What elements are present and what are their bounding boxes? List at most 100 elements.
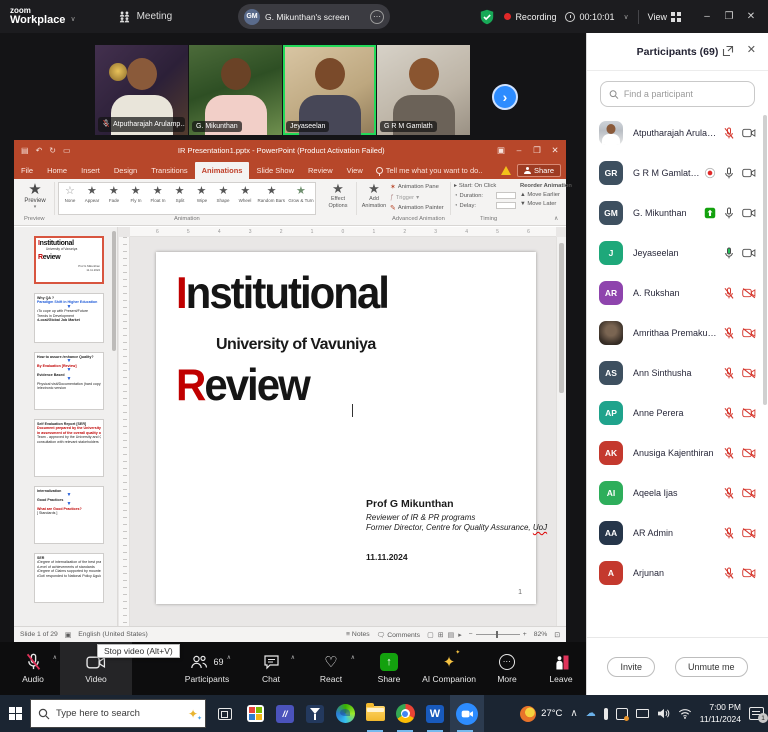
projector-icon[interactable]: [636, 709, 649, 718]
participant-row-8[interactable]: APAnne Perera: [587, 393, 768, 433]
more-button[interactable]: ⋯ More: [480, 642, 534, 695]
notification-center-icon[interactable]: 1: [749, 707, 764, 720]
audio-button[interactable]: Audio ∧: [6, 642, 60, 695]
slide-thumbnail-6[interactable]: 6SER•Degree of internalization of the be…: [34, 553, 104, 603]
start-button[interactable]: [0, 695, 30, 732]
participant-row-6[interactable]: Amrithaa Premakumar: [587, 313, 768, 353]
animation-split[interactable]: ★Split: [169, 183, 191, 214]
participant-row-11[interactable]: AAAR Admin: [587, 513, 768, 553]
participant-row-12[interactable]: AArjunan: [587, 553, 768, 593]
language-label[interactable]: English (United States): [78, 631, 148, 638]
encryption-shield-icon[interactable]: [479, 9, 495, 25]
ppt-tab-transitions[interactable]: Transitions: [144, 162, 194, 179]
recording-indicator[interactable]: Recording: [504, 12, 556, 22]
thumbnail-scrollbar[interactable]: [112, 231, 116, 351]
zoom-slider[interactable]: −+: [469, 631, 527, 638]
taskbar-file-explorer[interactable]: [360, 695, 390, 732]
restore-button[interactable]: ❐: [718, 11, 740, 22]
slide-canvas[interactable]: Institutional University of Vavuniya Rev…: [156, 252, 536, 604]
share-button[interactable]: ↑ Share: [362, 642, 416, 695]
video-tile-3[interactable]: Jeyaseelan: [283, 45, 376, 135]
accessibility-icon[interactable]: ▣: [65, 631, 71, 639]
animation-float-in[interactable]: ★Float In: [147, 183, 169, 214]
slide-title-review[interactable]: Review: [176, 360, 309, 410]
minimize-button[interactable]: –: [696, 11, 718, 22]
next-videos-button[interactable]: ›: [492, 84, 518, 110]
ppt-restore-button[interactable]: ❐: [528, 145, 546, 156]
comments-button[interactable]: 🗨 Comments: [377, 631, 420, 639]
slide-thumbnail-4[interactable]: 4Self Evaluation Report [SER]Document pr…: [34, 419, 104, 477]
leave-button[interactable]: Leave: [534, 642, 588, 695]
participant-row-1[interactable]: Atputharajah Arulampalam (Me): [587, 113, 768, 153]
tab-meeting[interactable]: Meeting: [118, 10, 173, 23]
view-button[interactable]: View: [648, 12, 681, 22]
chevron-up-icon[interactable]: ∧: [570, 709, 577, 719]
chevron-down-icon[interactable]: ∨: [624, 13, 629, 21]
participant-row-3[interactable]: GMG. Mikunthan: [587, 193, 768, 233]
redo-icon[interactable]: ↻: [49, 146, 56, 155]
animation-random-bars[interactable]: ★Random Bars: [256, 183, 287, 214]
notes-button[interactable]: ≡ Notes: [346, 631, 370, 638]
taskbar-clock[interactable]: 7:00 PM 11/11/2024: [700, 702, 741, 724]
slide-subtitle[interactable]: University of Vavuniya: [216, 336, 376, 354]
ppt-close-button[interactable]: ✕: [546, 145, 564, 156]
ppt-tab-file[interactable]: File: [14, 162, 40, 179]
animation-fly-in[interactable]: ★Fly In: [125, 183, 147, 214]
taskbar-microsoft-store[interactable]: [240, 695, 270, 732]
participant-row-2[interactable]: GRG R M Gamlath (Host): [587, 153, 768, 193]
save-icon[interactable]: ▤: [21, 146, 29, 155]
tell-me-box[interactable]: Tell me what you want to do..: [370, 162, 489, 179]
slide-thumbnail-2[interactable]: 2Why QA ?Paradigm Shift in Higher Educat…: [34, 293, 104, 343]
ai-companion-button[interactable]: ✦ AI Companion: [422, 642, 476, 695]
participant-search[interactable]: [600, 81, 755, 107]
preview-button[interactable]: ★ Preview ▾: [18, 182, 52, 210]
wifi-icon[interactable]: [678, 708, 692, 719]
effect-options-button[interactable]: ★ Effect Options: [322, 182, 354, 209]
onedrive-icon[interactable]: ☁: [586, 709, 596, 719]
animation-shape[interactable]: ★Shape: [212, 183, 234, 214]
ppt-tab-home[interactable]: Home: [40, 162, 74, 179]
participant-row-7[interactable]: ASAnn Sinthusha: [587, 353, 768, 393]
taskbar-edge[interactable]: [330, 695, 360, 732]
warning-icon[interactable]: [501, 166, 511, 175]
ppt-tab-slide-show[interactable]: Slide Show: [249, 162, 301, 179]
chat-button[interactable]: Chat ∧: [244, 642, 298, 695]
slide-sorter-icon[interactable]: ⊞: [438, 631, 444, 639]
slide-scrollbar[interactable]: [556, 237, 566, 626]
animation-wipe[interactable]: ★Wipe: [191, 183, 213, 214]
fit-slide-icon[interactable]: ⊡: [554, 631, 560, 639]
unmute-me-button[interactable]: Unmute me: [675, 657, 748, 677]
participant-row-4[interactable]: JJeyaseelan: [587, 233, 768, 273]
ppt-tab-view[interactable]: View: [340, 162, 370, 179]
animation-none[interactable]: ☆None: [59, 183, 81, 214]
taskbar-task-view[interactable]: [210, 695, 240, 732]
animation-appear[interactable]: ★Appear: [81, 183, 103, 214]
react-button[interactable]: ♡ React ∧: [304, 642, 358, 695]
participant-search-input[interactable]: [624, 89, 746, 99]
animation-fade[interactable]: ★Fade: [103, 183, 125, 214]
tablet-input-icon[interactable]: [616, 708, 628, 720]
close-panel-icon[interactable]: ✕: [747, 43, 756, 56]
video-tile-2[interactable]: G. Mikunthan: [189, 45, 282, 135]
animation-pane-button[interactable]: ✶Animation Pane: [390, 183, 452, 191]
video-tile-1[interactable]: Atputharajah Arulamp...: [95, 45, 188, 135]
ppt-tab-insert[interactable]: Insert: [74, 162, 107, 179]
participant-row-10[interactable]: AIAqeela Ijas: [587, 473, 768, 513]
move-earlier-button[interactable]: ▲ Move Earlier: [520, 192, 564, 198]
slide-title-institutional[interactable]: Institutional: [176, 268, 388, 318]
taskbar-word[interactable]: W: [420, 695, 450, 732]
participant-list-scrollbar[interactable]: [763, 115, 767, 405]
taskbar-whiteboard[interactable]: //: [270, 695, 300, 732]
windows-search-input[interactable]: [56, 708, 182, 719]
start-dropdown[interactable]: ▸Start: On Click: [454, 183, 516, 189]
normal-view-icon[interactable]: ▢: [427, 631, 434, 639]
chevron-up-icon[interactable]: ∧: [227, 654, 231, 661]
delay-spinner[interactable]: ◔Delay:: [454, 202, 516, 209]
slideshow-view-icon[interactable]: ▸: [458, 631, 462, 639]
move-later-button[interactable]: ▼ Move Later: [520, 201, 564, 207]
participants-button[interactable]: 69 Participants ∧: [180, 642, 234, 695]
chevron-up-icon[interactable]: ∧: [291, 654, 295, 661]
presenter-block[interactable]: Prof G Mikunthan Reviewer of IR & PR pro…: [366, 498, 547, 532]
ppt-minimize-button[interactable]: –: [510, 145, 528, 156]
slideshow-icon[interactable]: ▭: [63, 146, 71, 155]
